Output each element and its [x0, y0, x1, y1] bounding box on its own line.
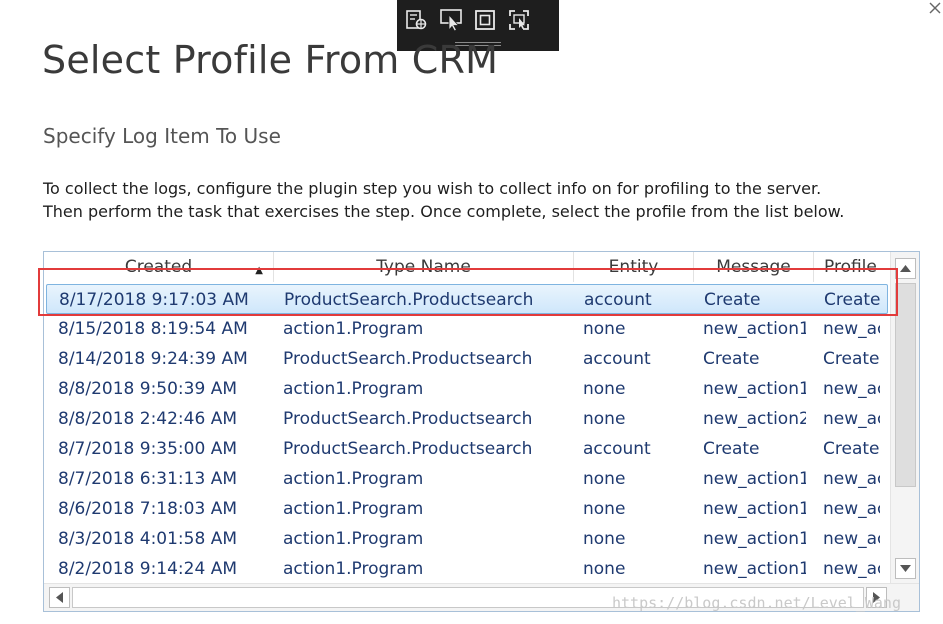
table-row[interactable]: 8/3/2018 4:01:58 AM action1.Program none…	[46, 524, 888, 554]
cell-entity: none	[583, 319, 626, 339]
cell-message: new_action1	[703, 559, 806, 579]
cell-profile: new_ac	[823, 319, 880, 339]
cell-message: Create	[703, 439, 760, 459]
dialog-title: Select Profile From CRM	[42, 38, 499, 82]
cell-profile: new_ac	[823, 409, 880, 429]
select-element-icon[interactable]	[403, 6, 431, 34]
table-row[interactable]: 8/7/2018 6:31:13 AM action1.Program none…	[46, 464, 888, 494]
table-row[interactable]: 8/15/2018 8:19:54 AM action1.Program non…	[46, 314, 888, 344]
cell-type-name: ProductSearch.Productsearch	[283, 349, 533, 369]
selection-highlight-annotation	[38, 268, 898, 316]
cell-message: new_action1	[703, 469, 806, 489]
cell-message: new_action1	[703, 379, 806, 399]
cell-type-name: action1.Program	[283, 529, 424, 549]
cell-entity: none	[583, 529, 626, 549]
scroll-down-button[interactable]	[895, 558, 916, 579]
cell-type-name: ProductSearch.Productsearch	[283, 439, 533, 459]
table-row[interactable]: 8/6/2018 7:18:03 AM action1.Program none…	[46, 494, 888, 524]
region-capture-icon[interactable]	[505, 6, 533, 34]
cell-message: new_action2	[703, 409, 806, 429]
cell-created: 8/8/2018 2:42:46 AM	[58, 409, 237, 429]
scroll-left-button[interactable]	[49, 587, 70, 608]
cell-type-name: action1.Program	[283, 559, 424, 579]
cell-entity: none	[583, 559, 626, 579]
cell-message: Create	[703, 349, 760, 369]
table-row[interactable]: 8/8/2018 9:50:39 AM action1.Program none…	[46, 374, 888, 404]
cell-created: 8/7/2018 6:31:13 AM	[58, 469, 237, 489]
frame-icon[interactable]	[471, 6, 499, 34]
cell-message: new_action1	[703, 529, 806, 549]
chevron-up-icon	[900, 265, 911, 272]
cell-entity: none	[583, 379, 626, 399]
cell-type-name: action1.Program	[283, 499, 424, 519]
cell-message: new_action1	[703, 499, 806, 519]
cell-profile: new_ac	[823, 529, 880, 549]
close-icon[interactable]	[926, 0, 943, 18]
cell-entity: none	[583, 499, 626, 519]
cell-created: 8/15/2018 8:19:54 AM	[58, 319, 248, 339]
cell-type-name: action1.Program	[283, 379, 424, 399]
watermark: https://blog.csdn.net/Level_Wang	[612, 594, 901, 612]
table-row[interactable]: 8/14/2018 9:24:39 AM ProductSearch.Produ…	[46, 344, 888, 374]
instruction-line: Then perform the task that exercises the…	[43, 202, 845, 221]
cell-entity: none	[583, 409, 626, 429]
cell-profile: new_ac	[823, 559, 880, 579]
instruction-line: To collect the logs, configure the plugi…	[43, 179, 822, 198]
cell-created: 8/2/2018 9:14:24 AM	[58, 559, 237, 579]
cell-profile: new_ac	[823, 379, 880, 399]
vertical-scroll-thumb[interactable]	[895, 283, 916, 487]
cell-entity: none	[583, 469, 626, 489]
cell-type-name: ProductSearch.Productsearch	[283, 409, 533, 429]
cell-entity: account	[583, 349, 651, 369]
cell-profile: new_ac	[823, 469, 880, 489]
table-row[interactable]: 8/2/2018 9:14:24 AM action1.Program none…	[46, 554, 888, 584]
cell-created: 8/8/2018 9:50:39 AM	[58, 379, 237, 399]
table-row[interactable]: 8/8/2018 2:42:46 AM ProductSearch.Produc…	[46, 404, 888, 434]
cell-created: 8/14/2018 9:24:39 AM	[58, 349, 248, 369]
cell-profile: Create	[823, 349, 880, 369]
cell-entity: account	[583, 439, 651, 459]
cell-type-name: action1.Program	[283, 469, 424, 489]
instructions: To collect the logs, configure the plugi…	[43, 177, 844, 223]
cell-type-name: action1.Program	[283, 319, 424, 339]
dialog-subtitle: Specify Log Item To Use	[43, 124, 281, 148]
cell-created: 8/7/2018 9:35:00 AM	[58, 439, 237, 459]
chevron-left-icon	[56, 592, 63, 603]
table-row[interactable]: 8/7/2018 9:35:00 AM ProductSearch.Produc…	[46, 434, 888, 464]
cell-profile: new_ac	[823, 499, 880, 519]
pointer-icon[interactable]	[437, 6, 465, 34]
chevron-down-icon	[900, 565, 911, 572]
cell-created: 8/6/2018 7:18:03 AM	[58, 499, 237, 519]
cell-message: new_action1	[703, 319, 806, 339]
cell-created: 8/3/2018 4:01:58 AM	[58, 529, 237, 549]
cell-profile: Create	[823, 439, 880, 459]
scroll-up-button[interactable]	[895, 258, 916, 279]
